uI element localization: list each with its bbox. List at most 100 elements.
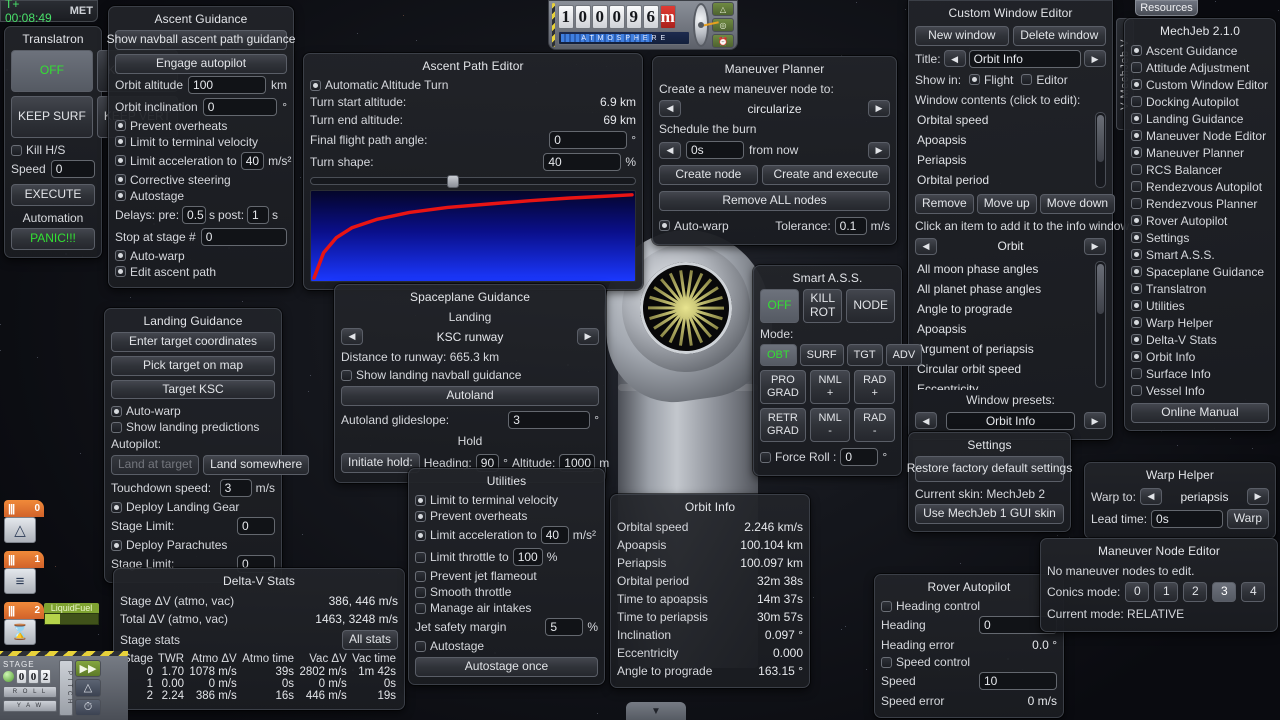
translatron-keep-surf-button[interactable]: KEEP SURF [11, 96, 93, 138]
kill-hs-toggle[interactable]: Kill H/S [11, 142, 95, 158]
resources-button[interactable]: Resources [1135, 0, 1198, 16]
new-window-button[interactable]: New window [915, 26, 1009, 46]
speed-control-toggle[interactable]: Speed control [881, 654, 1057, 670]
mechjeb-menu-item[interactable]: Spaceplane Guidance [1131, 263, 1269, 280]
operation-next-button[interactable]: ▶ [868, 100, 890, 117]
stage-part-icon[interactable]: ⌛ [4, 619, 36, 645]
deploy-landing-gear-toggle[interactable]: Deploy Landing Gear [111, 499, 275, 515]
smartass-off-button[interactable]: OFF [760, 289, 799, 323]
stage-part-icon[interactable]: ≡ [4, 568, 36, 594]
window-contents-list[interactable]: Orbital speedApoapsisPeriapsisOrbital pe… [915, 110, 1106, 190]
execute-button[interactable]: EXECUTE [11, 184, 95, 206]
edit-ascent-path-toggle[interactable]: Edit ascent path [115, 264, 287, 280]
mechjeb-menu-item[interactable]: Rendezvous Planner [1131, 195, 1269, 212]
restore-defaults-button[interactable]: Restore factory default settings [915, 456, 1064, 482]
smartass-mode-adv[interactable]: ADV [886, 344, 923, 366]
target-ksc-button[interactable]: Target KSC [111, 380, 275, 400]
preset-next-button[interactable]: ▶ [1084, 412, 1106, 429]
stage-part-icon[interactable]: △ [4, 517, 36, 543]
title-prev-button[interactable]: ◀ [944, 50, 966, 67]
scrollbar-thumb[interactable] [1097, 264, 1104, 314]
deploy-parachutes-toggle[interactable]: Deploy Parachutes [111, 537, 275, 553]
autoland-button[interactable]: Autoland [341, 386, 599, 406]
title-next-button[interactable]: ▶ [1084, 50, 1106, 67]
smartass-node-button[interactable]: NODE [846, 289, 895, 323]
jet-safety-margin-input[interactable]: 5 [545, 618, 583, 636]
available-list-item[interactable]: All moon phase angles [915, 259, 1090, 279]
available-list-item[interactable]: Apoapsis [915, 319, 1090, 339]
smartass-mode-surf[interactable]: SURF [800, 344, 844, 366]
scrollbar-thumb[interactable] [1097, 115, 1104, 162]
smartass-mode-obt[interactable]: OBT [760, 344, 797, 366]
warp-target-next-button[interactable]: ▶ [1247, 488, 1269, 505]
land-somewhere-button[interactable]: Land somewhere [203, 455, 309, 475]
speed-input[interactable]: 10 [979, 672, 1057, 690]
conics-mode-4[interactable]: 4 [1241, 582, 1265, 602]
mechjeb-menu-item[interactable]: Maneuver Node Editor [1131, 127, 1269, 144]
turn-shape-slider[interactable] [310, 177, 636, 185]
smartass-direction-rad[interactable]: RAD+ [854, 370, 895, 404]
manage-air-intakes-toggle[interactable]: Manage air intakes [415, 600, 598, 616]
smartass-direction-retr-grad[interactable]: RETRGRAD [760, 408, 806, 442]
smooth-throttle-toggle[interactable]: Smooth throttle [415, 584, 598, 600]
content-list-item[interactable]: Periapsis [915, 150, 1090, 170]
tolerance-input[interactable]: 0.1 [835, 217, 867, 235]
time-prev-button[interactable]: ◀ [659, 142, 681, 159]
final-fpa-input[interactable]: 0 [549, 131, 627, 149]
stage-button-icon[interactable]: ▶▶ [75, 660, 101, 677]
slider-knob[interactable] [447, 175, 459, 188]
auto-warp-toggle[interactable]: Auto-warp [111, 403, 275, 419]
smartass-kill-rot-button[interactable]: KILL ROT [803, 289, 842, 323]
delay-pre-input[interactable]: 0.5 [182, 206, 206, 224]
warp-button[interactable]: Warp [1227, 509, 1269, 529]
pick-target-on-map-button[interactable]: Pick target on map [111, 356, 275, 376]
limit-acceleration-input[interactable]: 40 [541, 526, 569, 544]
prevent-jet-flameout-toggle[interactable]: Prevent jet flameout [415, 568, 598, 584]
available-list-item[interactable]: Argument of periapsis [915, 339, 1090, 359]
initiate-hold-button[interactable]: Initiate hold: [341, 453, 420, 473]
smartass-direction-pro-grad[interactable]: PROGRAD [760, 370, 806, 404]
show-landing-navball-toggle[interactable]: Show landing navball guidance [341, 367, 599, 383]
smartass-direction-rad[interactable]: RAD- [854, 408, 895, 442]
speed-input[interactable]: 0 [51, 160, 95, 178]
land-at-target-button[interactable]: Land at target [111, 455, 199, 475]
delay-post-input[interactable]: 1 [247, 206, 269, 224]
force-roll-input[interactable]: 0 [840, 448, 878, 466]
lead-time-input[interactable]: 0s [1151, 510, 1223, 528]
title-input[interactable]: Orbit Info [969, 50, 1081, 68]
smartass-direction-nml[interactable]: NML+ [810, 370, 851, 404]
contents-scrollbar[interactable] [1095, 112, 1106, 188]
show-landing-predictions-toggle[interactable]: Show landing predictions [111, 419, 275, 435]
remove-item-button[interactable]: Remove [915, 194, 974, 214]
remove-all-nodes-button[interactable]: Remove ALL nodes [659, 191, 890, 211]
stage-chip[interactable]: |||0△ [4, 500, 44, 543]
available-items-list[interactable]: All moon phase anglesAll planet phase an… [915, 259, 1106, 390]
runway-next-button[interactable]: ▶ [577, 328, 599, 345]
mechjeb-menu-item[interactable]: Attitude Adjustment [1131, 59, 1269, 76]
delete-window-button[interactable]: Delete window [1013, 26, 1107, 46]
mechjeb-menu-item[interactable]: Utilities [1131, 297, 1269, 314]
content-list-item[interactable]: Apoapsis [915, 130, 1090, 150]
mechjeb-menu-item[interactable]: Custom Window Editor [1131, 76, 1269, 93]
touchdown-speed-input[interactable]: 3 [220, 479, 252, 497]
orbit-inclination-input[interactable]: 0 [203, 98, 277, 116]
use-mechjeb1-skin-button[interactable]: Use MechJeb 1 GUI skin [915, 504, 1064, 524]
operation-prev-button[interactable]: ◀ [659, 100, 681, 117]
burn-time-input[interactable]: 0s [686, 141, 744, 159]
create-node-button[interactable]: Create node [659, 165, 758, 185]
enter-target-coordinates-button[interactable]: Enter target coordinates [111, 332, 275, 352]
gear-stage-limit-input[interactable]: 0 [237, 517, 275, 535]
show-navball-guidance-button[interactable]: Show navball ascent path guidance [115, 30, 287, 50]
conics-mode-3[interactable]: 3 [1212, 582, 1236, 602]
all-stats-button[interactable]: All stats [342, 630, 398, 650]
automatic-altitude-turn-toggle[interactable]: Automatic Altitude Turn [310, 77, 636, 93]
mechjeb-menu-item[interactable]: Delta-V Stats [1131, 331, 1269, 348]
warp-target-prev-button[interactable]: ◀ [1140, 488, 1162, 505]
conics-mode-0[interactable]: 0 [1125, 582, 1149, 602]
mechjeb-menu-item[interactable]: Orbit Info [1131, 348, 1269, 365]
throttle-gauge-icon[interactable]: ⏱ [75, 699, 101, 716]
runway-prev-button[interactable]: ◀ [341, 328, 363, 345]
heading-control-toggle[interactable]: Heading control [881, 598, 1057, 614]
mechjeb-menu-item[interactable]: Smart A.S.S. [1131, 246, 1269, 263]
available-list-item[interactable]: Circular orbit speed [915, 359, 1090, 379]
